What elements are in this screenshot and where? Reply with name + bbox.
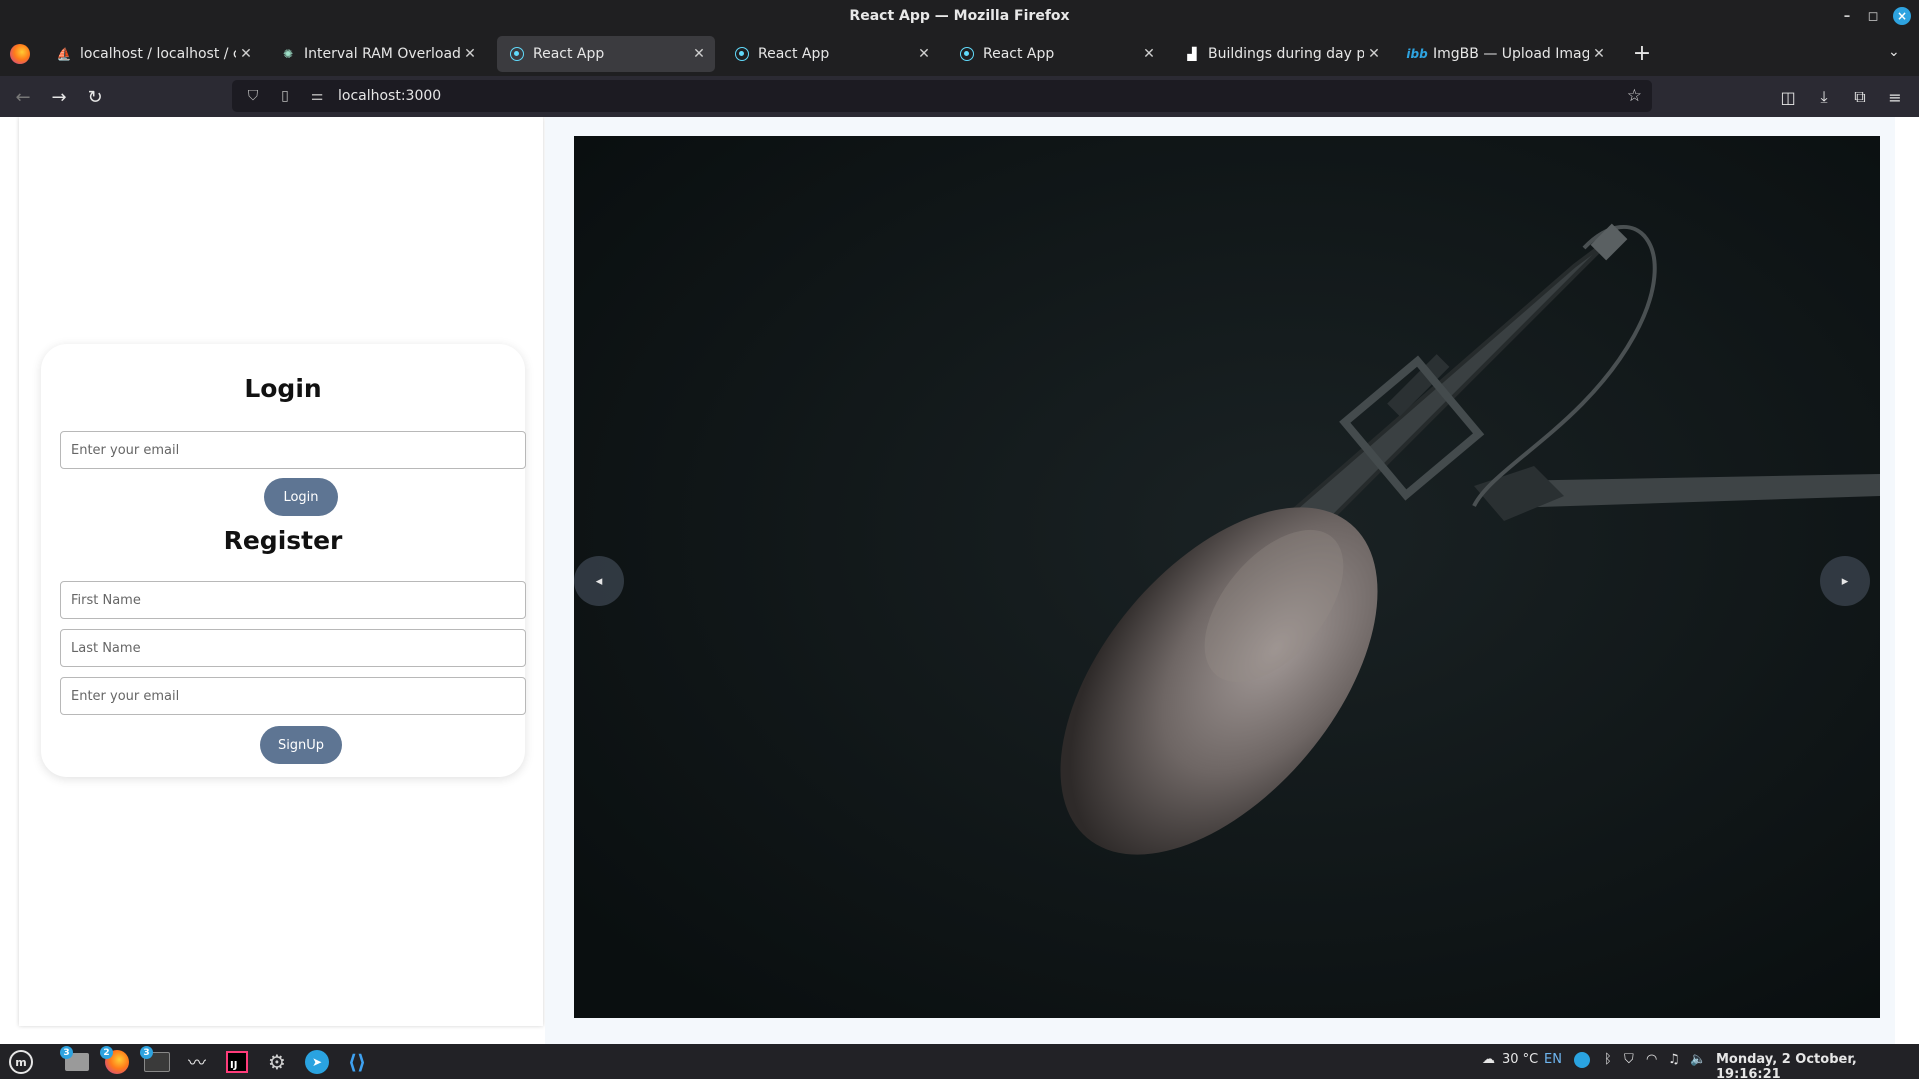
last-name-input[interactable] <box>60 629 526 667</box>
microphone-photo <box>574 136 1880 1018</box>
telegram-tray-icon[interactable] <box>1574 1052 1590 1072</box>
page-icon[interactable]: ▯ <box>274 88 296 104</box>
close-tab-icon[interactable]: ✕ <box>460 46 480 62</box>
music-icon[interactable]: ♫ <box>1668 1052 1680 1067</box>
firefox-icon[interactable]: 2 <box>100 1046 132 1076</box>
close-tab-icon[interactable]: ✕ <box>914 46 934 62</box>
weather-icon[interactable]: ☁ <box>1482 1052 1495 1067</box>
url-bar[interactable]: ⛉ ▯ ⚌ localhost:3000 ☆ <box>232 80 1652 112</box>
tab-phpmyadmin[interactable]: ⛵ localhost / localhost / chat/ ✕ <box>44 36 262 72</box>
carousel-next-button[interactable]: ▸ <box>1820 556 1870 606</box>
tab-interval-ram[interactable]: ✺ Interval RAM Overload Fix ✕ <box>268 36 486 72</box>
new-tab-button[interactable]: + <box>1630 42 1654 66</box>
close-tab-icon[interactable]: ✕ <box>1139 46 1159 62</box>
tab-title: React App <box>983 46 1055 62</box>
list-all-tabs-icon[interactable]: ⌄ <box>1888 44 1900 60</box>
tab-title: localhost / localhost / chat/ <box>80 46 236 62</box>
download-icon[interactable]: ⤓ <box>1813 86 1835 108</box>
clock[interactable]: Monday, 2 October, 19:16:21 <box>1716 1052 1919 1082</box>
tab-imgbb[interactable]: ibb ImgBB — Upload Image — I ✕ <box>1397 36 1615 72</box>
settings-icon[interactable]: ⚙ <box>262 1048 292 1076</box>
close-tab-icon[interactable]: ✕ <box>1589 46 1609 62</box>
telegram-icon[interactable]: ➤ <box>302 1048 332 1076</box>
react-icon <box>509 46 525 62</box>
files-icon[interactable]: 3 <box>60 1046 92 1076</box>
register-heading: Register <box>223 526 343 555</box>
react-icon <box>734 46 750 62</box>
imgbb-icon: ibb <box>1406 47 1428 61</box>
login-button[interactable]: Login <box>264 478 338 516</box>
react-icon <box>959 46 975 62</box>
phpmyadmin-icon: ⛵ <box>56 47 72 61</box>
tab-title: React App <box>758 46 830 62</box>
permissions-icon[interactable]: ⚌ <box>306 88 328 104</box>
close-tab-icon[interactable]: ✕ <box>1364 46 1384 62</box>
maximize-icon[interactable]: ◻ <box>1864 7 1882 25</box>
intellij-icon[interactable]: IJ <box>222 1048 252 1076</box>
mint-menu-icon[interactable]: m <box>6 1048 36 1076</box>
close-tab-icon[interactable]: ✕ <box>236 46 256 62</box>
pocket-icon[interactable]: ◫ <box>1777 86 1799 108</box>
system-taskbar: m 3 2 3 〰 IJ ⚙ ➤ ⟨⟩ ☁ 30 °C EN ᛒ ⛉ ◠ ♫ 🔈… <box>0 1044 1919 1082</box>
tab-title: Interval RAM Overload Fix <box>304 46 460 62</box>
vscode-icon[interactable]: ⟨⟩ <box>342 1048 372 1076</box>
first-name-input[interactable] <box>60 581 526 619</box>
carousel-prev-button[interactable]: ◂ <box>574 556 624 606</box>
signup-button[interactable]: SignUp <box>260 726 342 764</box>
keyboard-layout[interactable]: EN <box>1544 1052 1562 1067</box>
back-arrow-icon[interactable]: ← <box>12 86 34 108</box>
tab-react-app-2[interactable]: React App ✕ <box>722 36 940 72</box>
volume-icon[interactable]: 🔈 <box>1690 1052 1706 1067</box>
tab-title: React App <box>533 46 605 62</box>
hamburger-menu-icon[interactable]: ≡ <box>1884 86 1906 108</box>
auth-card: Login Login Register SignUp <box>41 344 526 777</box>
terminal-badge: 3 <box>140 1046 153 1059</box>
bluetooth-icon[interactable]: ᛒ <box>1604 1052 1612 1067</box>
extensions-icon[interactable]: ⧉ <box>1849 86 1871 108</box>
chatgpt-icon: ✺ <box>282 47 294 61</box>
firefox-logo-icon <box>10 44 30 64</box>
security-icon[interactable]: ⛉ <box>1624 1052 1634 1067</box>
bookmark-star-icon[interactable]: ☆ <box>1627 86 1642 106</box>
tab-react-app-active[interactable]: React App ✕ <box>497 36 715 72</box>
tab-title: Buildings during day photo <box>1208 46 1364 62</box>
weather-text[interactable]: 30 °C <box>1502 1052 1538 1067</box>
register-email-input[interactable] <box>60 677 526 715</box>
files-badge: 3 <box>60 1046 73 1059</box>
close-window-icon[interactable]: × <box>1893 7 1911 25</box>
shield-icon[interactable]: ⛉ <box>242 88 264 104</box>
terminal-icon[interactable]: 3 <box>140 1046 172 1076</box>
navigation-toolbar: ← → ↻ ⛉ ▯ ⚌ localhost:3000 ☆ ◫ ⤓ ⧉ ≡ <box>0 76 1919 117</box>
system-monitor-icon[interactable]: 〰 <box>182 1048 212 1076</box>
tab-react-app-3[interactable]: React App ✕ <box>947 36 1165 72</box>
minimize-icon[interactable]: – <box>1838 7 1856 25</box>
tab-buildings-photo[interactable]: ▟ Buildings during day photo ✕ <box>1172 36 1390 72</box>
carousel-image: ◂ ▸ <box>574 136 1880 1018</box>
firefox-badge: 2 <box>100 1046 113 1059</box>
page-viewport: Login Login Register SignUp <box>0 117 1919 1044</box>
url-text[interactable]: localhost:3000 <box>338 88 441 104</box>
tab-title: ImgBB — Upload Image — I <box>1433 46 1589 62</box>
window-titlebar: React App — Mozilla Firefox – ◻ × <box>0 0 1919 32</box>
window-title: React App — Mozilla Firefox <box>849 8 1070 24</box>
auth-panel: Login Login Register SignUp <box>19 117 543 1026</box>
wifi-icon[interactable]: ◠ <box>1646 1052 1657 1067</box>
tab-strip: ⛵ localhost / localhost / chat/ ✕ ✺ Inte… <box>0 32 1919 76</box>
login-email-input[interactable] <box>60 431 526 469</box>
forward-arrow-icon[interactable]: → <box>48 86 70 108</box>
unsplash-icon: ▟ <box>1187 47 1197 61</box>
login-heading: Login <box>244 374 322 403</box>
reload-icon[interactable]: ↻ <box>84 86 106 108</box>
close-tab-icon[interactable]: ✕ <box>689 46 709 62</box>
